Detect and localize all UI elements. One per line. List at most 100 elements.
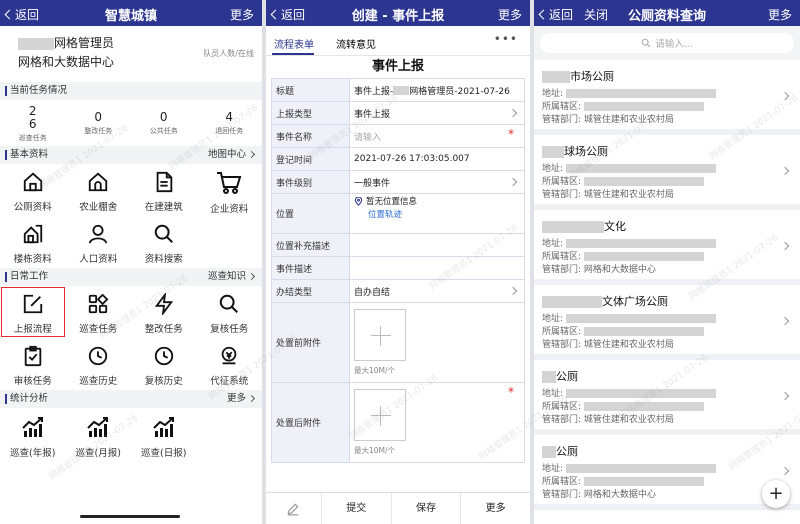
submit-button[interactable]: 提交 xyxy=(320,493,391,524)
location-pin-icon xyxy=(354,197,363,206)
redacted-text xyxy=(565,239,716,248)
more-button[interactable]: 更多 xyxy=(230,6,254,23)
stat-public-tasks[interactable]: 0 公共任务 xyxy=(131,105,197,146)
row-event-name: 事件名称 请输入 * xyxy=(272,124,524,147)
location-status: 暂无位置信息 xyxy=(366,197,418,207)
dept-row: 管辖部门: 城管住建和农业农村局 xyxy=(542,340,674,350)
grid-item-toilet-data[interactable]: 公厕资料 xyxy=(0,164,66,216)
clipboard-check-icon xyxy=(24,345,41,367)
register-time-field[interactable]: 2021-07-26 17:03:05.007 xyxy=(350,148,524,170)
location-track-link[interactable]: 位置轨迹 xyxy=(368,209,417,222)
report-type-select[interactable]: 事件上报 xyxy=(350,102,524,124)
page-title: 创建 - 事件上报 xyxy=(351,9,445,24)
event-level-select[interactable]: 一般事件 xyxy=(350,171,524,193)
handle-type-select[interactable]: 自办自结 xyxy=(350,280,524,302)
grid-item-review-history[interactable]: 复核历史 xyxy=(131,338,197,390)
grid-item-enterprise[interactable]: 企业资料 xyxy=(197,164,263,216)
redacted-text xyxy=(583,477,704,486)
home-indicator xyxy=(80,515,180,518)
search-icon xyxy=(219,294,239,313)
add-button[interactable]: + xyxy=(762,480,790,508)
upload-before-button[interactable] xyxy=(354,309,406,361)
tab-process-form[interactable]: 流程表单 xyxy=(274,36,314,51)
save-button[interactable]: 保存 xyxy=(390,493,461,524)
stats-more-link[interactable]: 更多 xyxy=(227,390,256,408)
toilet-card[interactable]: 公厕 地址: 所属辖区: 管辖部门: 城管住建和农业农村局 xyxy=(534,360,800,435)
search-input[interactable]: 请输入... xyxy=(540,33,794,53)
grid-item-annual-report[interactable]: 巡查(年报) xyxy=(0,408,66,468)
section-header-basic: 基本资料 地图中心 xyxy=(0,146,262,164)
toilet-card[interactable]: 文化 地址: 所属辖区: 管辖部门: 网格和大数据中心 xyxy=(534,210,800,285)
bottom-toolbar: 提交 保存 更多 xyxy=(266,492,530,524)
event-name-input[interactable]: 请输入 * xyxy=(350,125,524,147)
title-field[interactable]: 事件上报- 网格管理员-2021-07-26 xyxy=(350,79,524,101)
more-button[interactable]: 更多 xyxy=(498,6,522,23)
section-header-tasks: 当前任务情况 xyxy=(0,82,262,100)
upload-size-hint: 最大10M/个 xyxy=(354,366,396,375)
more-actions-button[interactable]: 更多 xyxy=(460,493,530,524)
more-dots-icon[interactable]: ••• xyxy=(494,32,518,46)
patrol-knowledge-link[interactable]: 巡查知识 xyxy=(208,268,256,286)
chevron-right-icon xyxy=(508,286,518,296)
section-header-stats: 统计分析 更多 xyxy=(0,390,262,408)
address-row: 地址: xyxy=(542,313,792,326)
row-title: 标题 事件上报- 网格管理员-2021-07-26 xyxy=(272,78,524,101)
grid-item-building[interactable]: 楼栋资料 xyxy=(0,216,66,268)
grid-item-rectify-tasks[interactable]: 整改任务 xyxy=(131,286,197,338)
location-field[interactable]: 暂无位置信息 位置轨迹 xyxy=(350,194,524,233)
more-button[interactable]: 更多 xyxy=(768,6,792,23)
location-extra-input[interactable] xyxy=(350,234,524,256)
dept-row: 管辖部门: 城管住建和农业农村局 xyxy=(542,190,674,200)
user-info: 网格管理员 网格和大数据中心 队员人数/在线 xyxy=(0,26,262,82)
toilet-data-query-screen: 返回 关闭 公厕资料查询 更多 请输入... 市场公厕 地址: 所属辖区: 管辖部… xyxy=(534,0,800,524)
toilet-name: 公厕 xyxy=(542,368,792,384)
chevron-right-icon xyxy=(247,150,256,159)
team-online-label: 队员人数/在线 xyxy=(203,49,254,58)
form: 事件上报 标题 事件上报- 网格管理员-2021-07-26 上报类型 事件上报 … xyxy=(266,56,530,463)
row-register-time: 登记时间 2021-07-26 17:03:05.007 xyxy=(272,147,524,170)
stats-grid: 巡查(年报) 巡查(月报) 巡查(日报) xyxy=(0,408,262,468)
grid-item-tax-system[interactable]: 代征系统 xyxy=(197,338,263,390)
daily-grid: 上报流程 巡查任务 整改任务 复核任务 审核任务 巡查历史 复核历史 代征系统 xyxy=(0,286,262,390)
redacted-text xyxy=(583,402,704,411)
toilet-card[interactable]: 文体广场公厕 地址: 所属辖区: 管辖部门: 城管住建和农业农村局 xyxy=(534,285,800,360)
required-mark: * xyxy=(508,385,514,399)
toilet-card[interactable]: 市场公厕 地址: 所属辖区: 管辖部门: 城管住建和农业农村局 xyxy=(534,60,800,135)
grid-item-review-tasks[interactable]: 复核任务 xyxy=(197,286,263,338)
house-icon xyxy=(23,172,42,192)
stat-returned-tasks[interactable]: 4 退回任务 xyxy=(197,105,263,146)
event-desc-input[interactable] xyxy=(350,257,524,279)
row-event-desc: 事件描述 xyxy=(272,256,524,279)
grid-item-population[interactable]: 人口资料 xyxy=(66,216,132,268)
stat-patrol-tasks[interactable]: 2 6 巡查任务 xyxy=(0,105,66,146)
grid-item-patrol-history[interactable]: 巡查历史 xyxy=(66,338,132,390)
search-icon xyxy=(641,38,651,48)
row-event-level: 事件级别 一般事件 xyxy=(272,170,524,193)
grid-item-patrol-tasks[interactable]: 巡查任务 xyxy=(66,286,132,338)
dept-row: 管辖部门: 网格和大数据中心 xyxy=(542,265,656,275)
redacted-text xyxy=(565,314,716,323)
grid-item-data-search[interactable]: 资料搜索 xyxy=(131,216,197,268)
tab-transfer-opinion[interactable]: 流转意见 xyxy=(336,36,376,51)
redacted-text xyxy=(583,102,704,111)
toilet-card[interactable]: 公厕 地址: 所属辖区: 管辖部门: 网格和大数据中心 xyxy=(534,435,800,510)
sign-button[interactable] xyxy=(266,493,321,524)
dept-row: 管辖部门: 城管住建和农业农村局 xyxy=(542,415,674,425)
map-center-link[interactable]: 地图中心 xyxy=(208,146,256,164)
toilet-name: 市场公厕 xyxy=(542,68,792,84)
redacted-text xyxy=(18,37,54,50)
grid-item-monthly-report[interactable]: 巡查(月报) xyxy=(66,408,132,468)
address-row: 地址: xyxy=(542,463,792,476)
redacted-text xyxy=(542,146,564,158)
grid-item-daily-report[interactable]: 巡查(日报) xyxy=(131,408,197,468)
toilet-card[interactable]: 球场公厕 地址: 所属辖区: 管辖部门: 城管住建和农业农村局 xyxy=(534,135,800,210)
grid-item-construction[interactable]: 在建建筑 xyxy=(131,164,197,216)
trend-chart-icon xyxy=(87,417,109,437)
grid-item-barn[interactable]: 农业棚舍 xyxy=(66,164,132,216)
grid-item-audit-tasks[interactable]: 审核任务 xyxy=(0,338,66,390)
stat-rectify-tasks[interactable]: 0 整改任务 xyxy=(66,105,132,146)
upload-after-button[interactable] xyxy=(354,389,406,441)
grid-item-report-flow[interactable]: 上报流程 xyxy=(0,286,66,338)
district-row: 所属辖区: xyxy=(542,101,792,114)
upload-size-hint: 最大10M/个 xyxy=(354,446,396,455)
